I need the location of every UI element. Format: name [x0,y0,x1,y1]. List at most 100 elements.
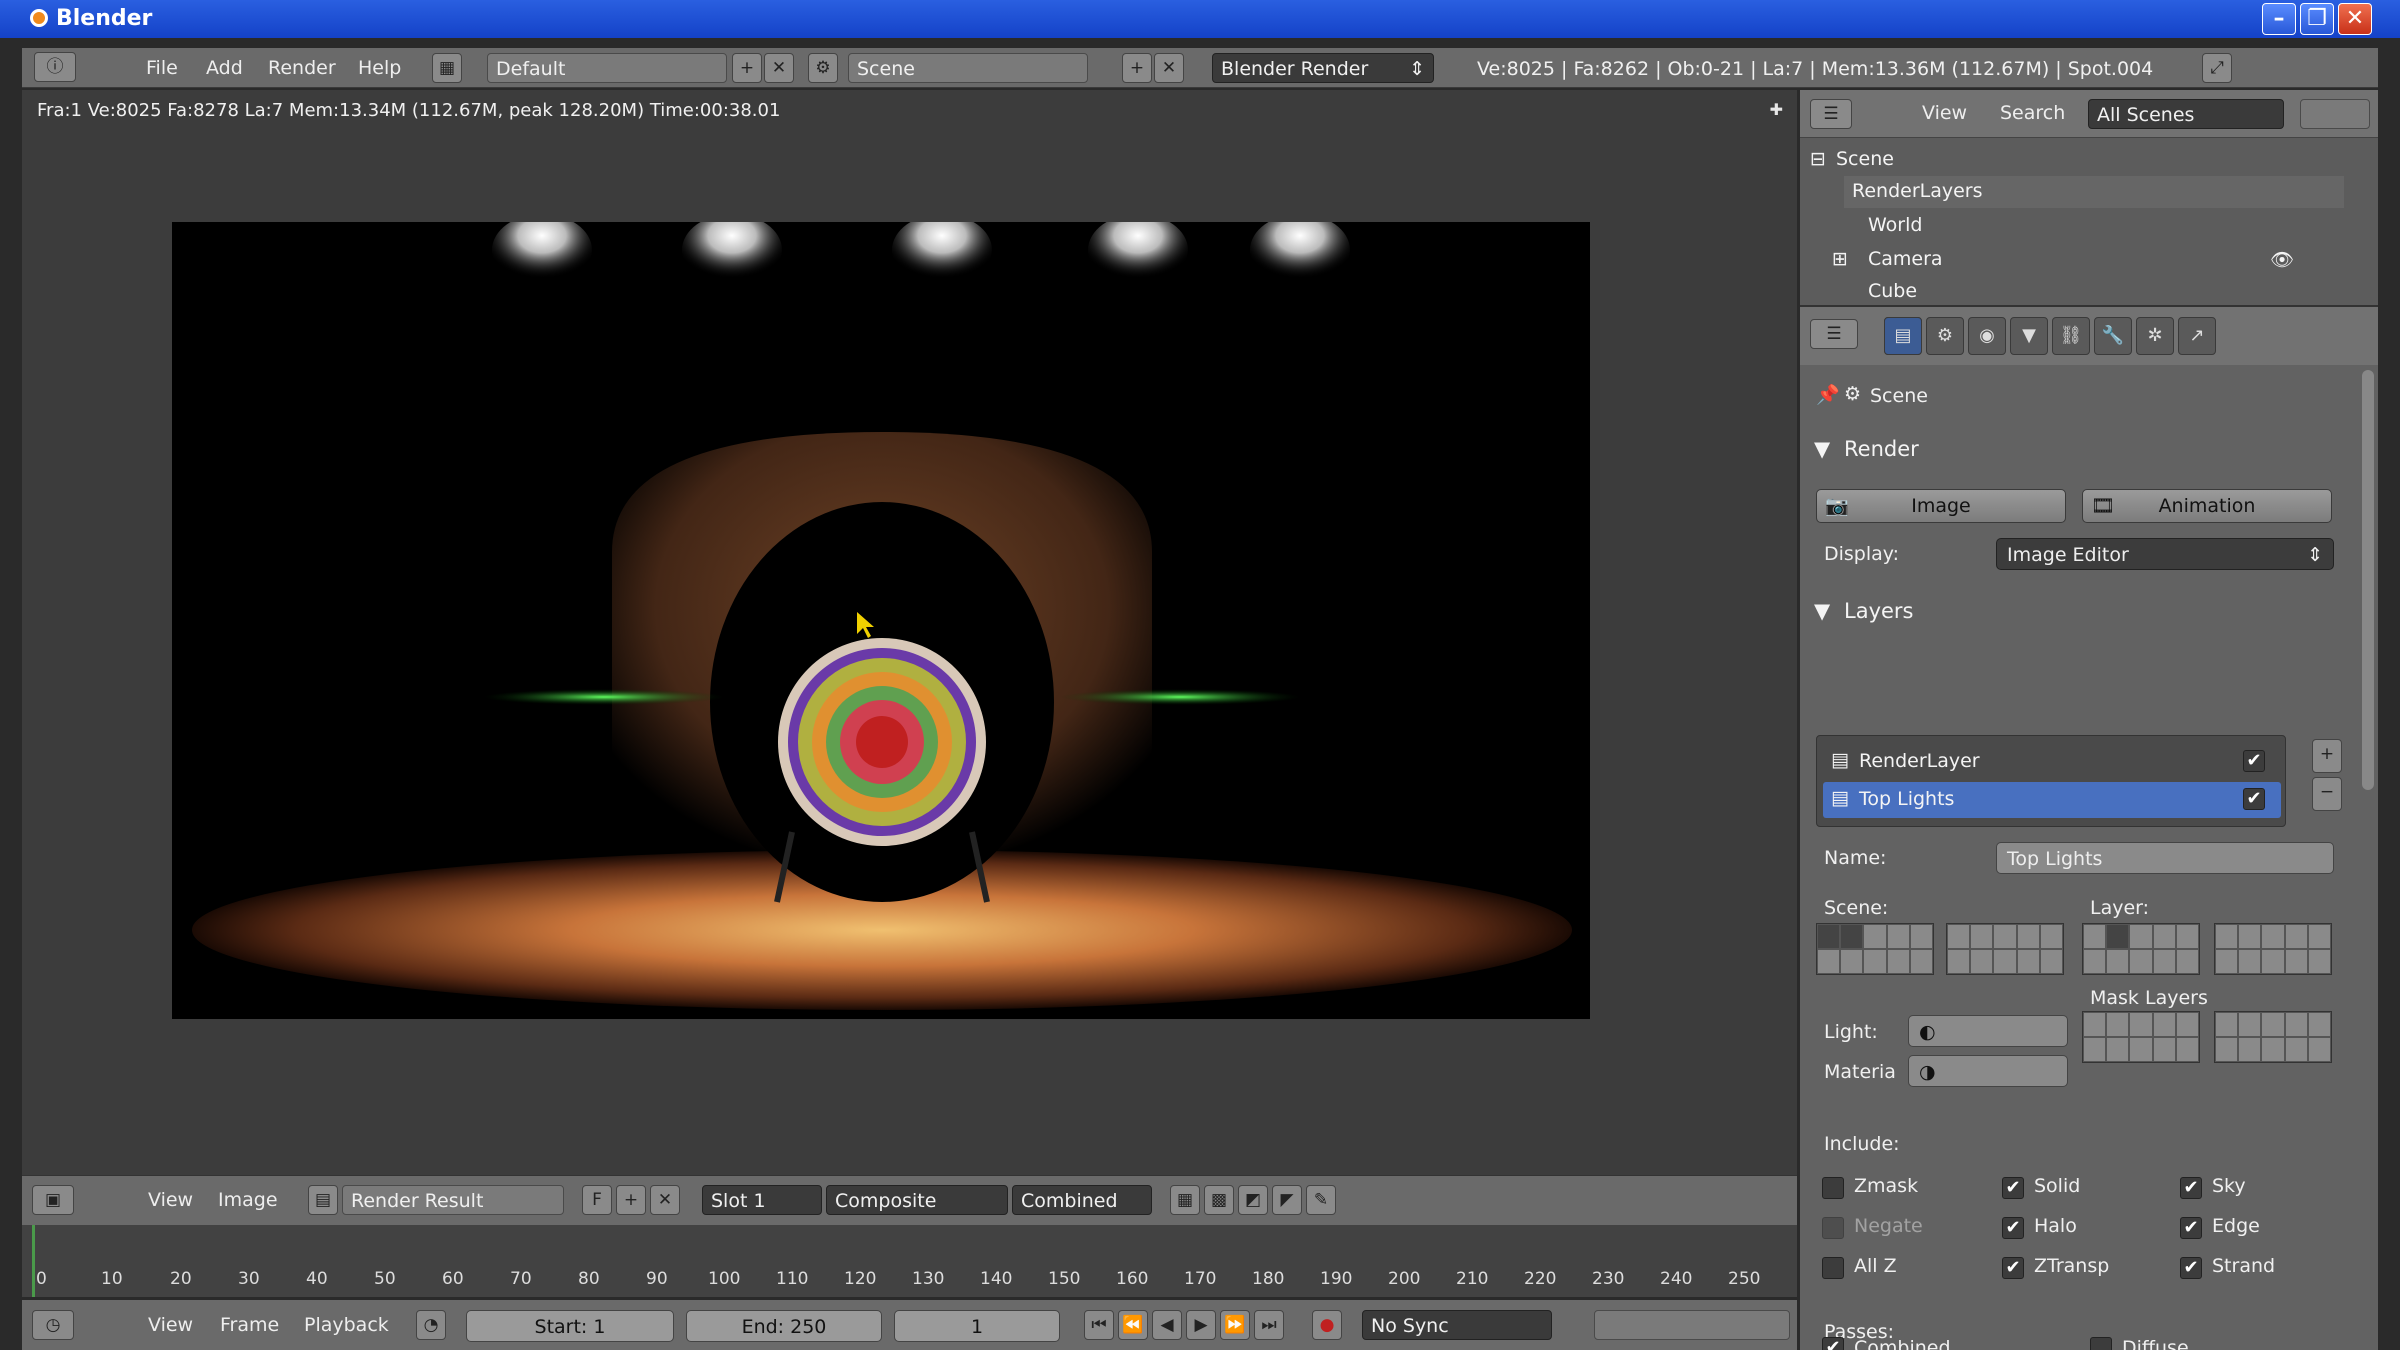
record-icon[interactable]: ● [1312,1310,1342,1340]
render-image-button[interactable]: 📷 Image [1816,489,2066,523]
remove-scene-icon[interactable]: ✕ [1154,53,1184,83]
editor-type-icon[interactable]: ▣ [32,1185,74,1215]
collapse-icon[interactable]: ▼ [1814,599,1830,623]
display-channels-icon[interactable]: ▦ [1170,1185,1200,1215]
keying-set-field[interactable] [1594,1310,1790,1340]
fullscreen-icon[interactable]: ⤢ [2202,53,2232,83]
sync-select[interactable]: No Sync [1362,1310,1552,1340]
menu-view[interactable]: View [148,1314,193,1336]
menu-image[interactable]: Image [218,1189,278,1211]
modifiers-tab-icon[interactable]: 🔧 [2094,317,2132,355]
menu-view[interactable]: View [148,1189,193,1211]
constraints-tab-icon[interactable]: ⛓ [2052,317,2090,355]
jump-start-icon[interactable]: ⏮ [1084,1310,1114,1340]
play-reverse-icon[interactable]: ◀ [1152,1310,1182,1340]
ztransp-checkbox[interactable] [2002,1257,2024,1279]
next-keyframe-icon[interactable]: ⏩ [1220,1310,1250,1340]
play-icon[interactable]: ▶ [1186,1310,1216,1340]
menu-search[interactable]: Search [2000,102,2065,124]
sample-icon[interactable]: ◤ [1272,1185,1302,1215]
start-frame-field[interactable]: Start: 1 [466,1310,674,1342]
scene-layers-grid[interactable] [1816,923,1934,975]
menu-help[interactable]: Help [358,57,401,79]
particles-tab-icon[interactable]: ✲ [2136,317,2174,355]
pass-select[interactable]: Combined [1012,1185,1152,1215]
timeline-area[interactable]: 0 10 20 30 40 50 60 70 80 90 100 110 120… [22,1225,1797,1297]
halo-checkbox[interactable] [2002,1217,2024,1239]
current-frame-marker[interactable] [32,1225,35,1297]
scene-icon[interactable]: ⚙ [808,53,838,83]
slot-select[interactable]: Slot 1 [702,1185,822,1215]
add-layer-button[interactable]: + [2312,739,2342,773]
scene-layers-grid[interactable] [1946,923,2064,975]
editor-type-icon[interactable]: ☰ [1810,319,1858,349]
menu-add[interactable]: Add [206,57,243,79]
minimize-button[interactable]: – [2262,3,2296,35]
display-mode-select[interactable]: All Scenes [2088,99,2284,129]
screen-layout-field[interactable]: Default [487,53,727,83]
mask-layers-grid[interactable] [2082,1011,2200,1063]
editor-type-icon[interactable]: ⓘ [34,52,76,82]
layer-enabled-checkbox[interactable] [2243,788,2265,810]
negate-checkbox[interactable] [1822,1217,1844,1239]
unlink-image-icon[interactable]: ✕ [650,1185,680,1215]
layer-enabled-checkbox[interactable] [2243,750,2265,772]
tree-item-scene[interactable]: Scene [1836,148,1894,170]
maximize-button[interactable]: ❐ [2300,3,2334,35]
layer-layers-grid[interactable] [2214,923,2332,975]
new-image-icon[interactable]: + [616,1185,646,1215]
alpha-icon[interactable]: ▩ [1204,1185,1234,1215]
image-editor-viewport[interactable]: Fra:1 Ve:8025 Fa:8278 La:7 Mem:13.34M (1… [22,90,1797,1175]
pin-icon[interactable]: 📌 [1816,383,1840,406]
scene-field[interactable]: Scene [848,53,1088,83]
list-item[interactable]: ▤ RenderLayer [1823,744,2281,780]
zmask-checkbox[interactable] [1822,1177,1844,1199]
world-tab-icon[interactable]: ◉ [1968,317,2006,355]
menu-frame[interactable]: Frame [220,1314,279,1336]
jump-end-icon[interactable]: ⏭ [1254,1310,1284,1340]
tree-item-cube[interactable]: Cube [1868,280,1917,302]
display-select[interactable]: Image Editor ⇕ [1996,538,2334,570]
visibility-eye-icon[interactable]: 👁 [2270,248,2294,271]
add-scene-icon[interactable]: + [1122,53,1152,83]
strand-checkbox[interactable] [2180,1257,2202,1279]
image-browse-icon[interactable]: ▤ [308,1185,338,1215]
editor-type-icon[interactable]: ◷ [32,1310,74,1340]
close-button[interactable]: ✕ [2338,3,2372,35]
editor-type-icon[interactable]: ☰ [1810,99,1852,129]
remove-layout-icon[interactable]: ✕ [764,53,794,83]
layer-name-input[interactable]: Top Lights [1996,842,2334,874]
layer-layers-grid[interactable] [2082,923,2200,975]
collapse-icon[interactable]: ▼ [1814,437,1830,461]
expand-icon[interactable]: ⊟ [1810,148,1826,170]
mask-layers-grid[interactable] [2214,1011,2332,1063]
edge-checkbox[interactable] [2180,1217,2202,1239]
add-layout-icon[interactable]: + [732,53,762,83]
object-tab-icon[interactable]: ▼ [2010,317,2048,355]
all-z-checkbox[interactable] [1822,1257,1844,1279]
render-section-title[interactable]: Render [1844,437,1919,461]
list-item[interactable]: ▤ Top Lights [1823,782,2281,818]
scene-tab-icon[interactable]: ⚙ [1926,317,1964,355]
properties-scrollbar[interactable] [2362,370,2374,790]
layers-section-title[interactable]: Layers [1844,599,1914,623]
end-frame-field[interactable]: End: 250 [686,1310,882,1342]
menu-playback[interactable]: Playback [304,1314,389,1336]
diffuse-pass-checkbox[interactable] [2090,1337,2112,1350]
light-override-field[interactable]: ◐ [1908,1015,2068,1047]
toolbar-toggle-icon[interactable]: ✚ [1770,100,1783,119]
z-buffer-icon[interactable]: ◩ [1238,1185,1268,1215]
tree-item-world[interactable]: World [1868,214,1922,236]
remove-layer-button[interactable]: − [2312,777,2342,811]
combined-pass-checkbox[interactable] [1822,1337,1844,1350]
image-name-field[interactable]: Render Result [342,1185,564,1215]
menu-file[interactable]: File [146,57,178,79]
material-override-field[interactable]: ◑ [1908,1055,2068,1087]
tree-item-camera[interactable]: Camera [1868,248,1943,270]
render-animation-button[interactable]: 🎞 Animation [2082,489,2332,523]
menu-view[interactable]: View [1922,102,1967,124]
current-frame-field[interactable]: 1 [894,1310,1060,1342]
render-engine-select[interactable]: Blender Render ⇕ [1212,53,1434,83]
menu-render[interactable]: Render [268,57,336,79]
render-layers-tab-icon[interactable]: ▤ [1884,317,1922,355]
